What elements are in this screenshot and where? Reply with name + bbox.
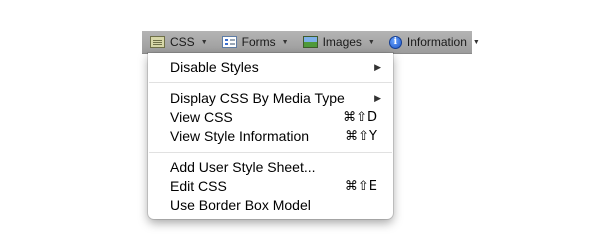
- web-developer-toolbar: CSS ▼ Forms ▼ Images ▼ i Information ▼: [142, 31, 480, 54]
- menu-item-label: Add User Style Sheet...: [170, 159, 316, 175]
- forms-menu-button[interactable]: Forms ▼: [214, 31, 295, 53]
- chevron-down-icon: ▼: [281, 38, 289, 46]
- chevron-down-icon: ▼: [200, 38, 208, 46]
- chevron-down-icon: ▼: [472, 38, 480, 46]
- menu-item-view-css[interactable]: View CSS ⌘⇧D: [148, 108, 393, 127]
- forms-icon: [221, 36, 237, 48]
- images-menu-label: Images: [322, 35, 362, 49]
- menu-item-label: Use Border Box Model: [170, 197, 311, 213]
- information-menu-button[interactable]: i Information ▼: [381, 31, 486, 53]
- css-menu-button[interactable]: CSS ▼: [142, 31, 214, 53]
- submenu-arrow-icon: ▶: [374, 93, 381, 103]
- keyboard-shortcut: ⌘⇧Y: [345, 129, 377, 144]
- info-icon: i: [388, 35, 402, 49]
- keyboard-shortcut: ⌘⇧E: [344, 179, 377, 194]
- menu-separator: [149, 152, 392, 153]
- forms-menu-label: Forms: [241, 35, 276, 49]
- css-icon: [150, 36, 165, 48]
- menu-item-label: Edit CSS: [170, 178, 227, 194]
- menu-item-use-border-box-model[interactable]: Use Border Box Model: [148, 196, 393, 215]
- submenu-arrow-icon: ▶: [374, 62, 381, 72]
- menu-item-label: Disable Styles: [170, 59, 259, 75]
- menu-item-label: Display CSS By Media Type: [170, 90, 345, 106]
- keyboard-shortcut: ⌘⇧D: [343, 110, 377, 125]
- image-icon: [302, 36, 318, 48]
- menu-item-edit-css[interactable]: Edit CSS ⌘⇧E: [148, 177, 393, 196]
- menu-item-disable-styles[interactable]: Disable Styles ▶: [148, 58, 393, 77]
- images-menu-button[interactable]: Images ▼: [295, 31, 381, 53]
- menu-item-label: View CSS: [170, 109, 233, 125]
- menu-item-label: View Style Information: [170, 128, 310, 144]
- chevron-down-icon: ▼: [367, 38, 375, 46]
- menu-separator: [149, 82, 392, 83]
- menu-item-add-user-style-sheet[interactable]: Add User Style Sheet...: [148, 158, 393, 177]
- menu-item-view-style-information[interactable]: View Style Information ⌘⇧Y: [148, 127, 393, 146]
- information-menu-label: Information: [406, 35, 467, 49]
- menu-item-display-css-by-media-type[interactable]: Display CSS By Media Type ▶: [148, 89, 393, 108]
- css-menu-label: CSS: [170, 35, 195, 49]
- css-dropdown-menu: Disable Styles ▶ Display CSS By Media Ty…: [148, 53, 393, 219]
